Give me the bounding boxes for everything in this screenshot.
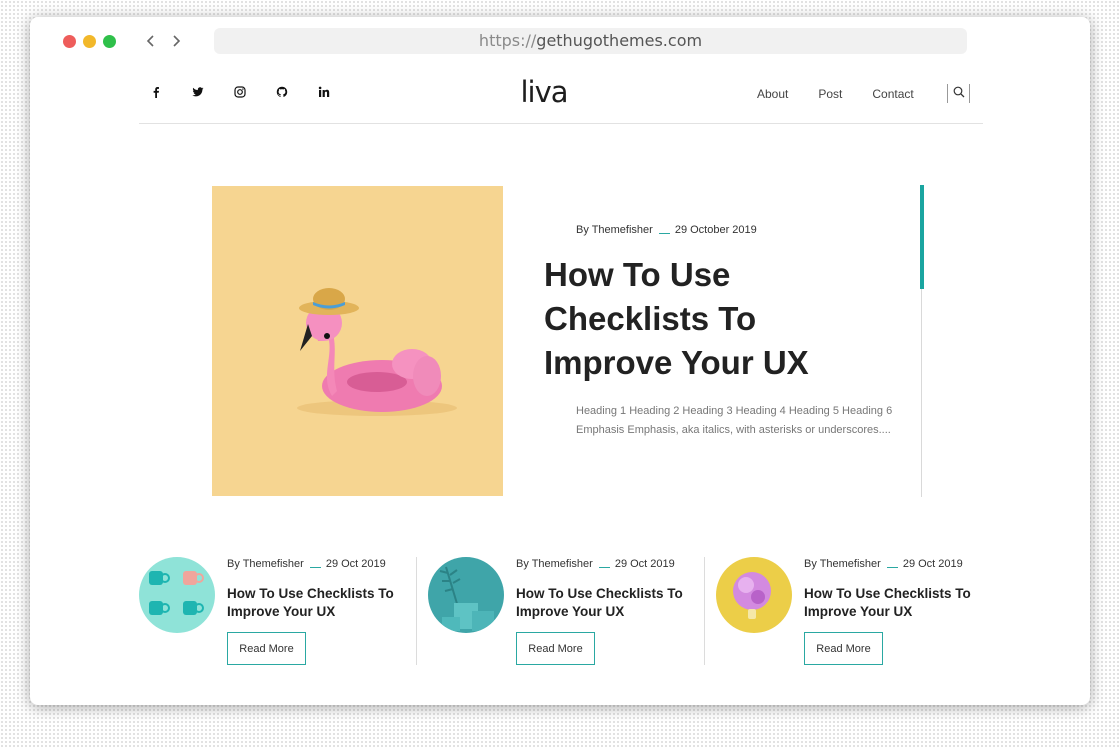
- meta-separator: [309, 567, 321, 568]
- back-arrow-icon[interactable]: [143, 31, 159, 51]
- post-meta: By Themefisher 29 Oct 2019: [516, 558, 675, 570]
- post-card: By Themefisher 29 Oct 2019 How To Use Che…: [716, 557, 986, 667]
- post-author[interactable]: By Themefisher: [804, 558, 881, 570]
- featured-author[interactable]: By Themefisher: [576, 224, 653, 236]
- social-links: [150, 85, 360, 101]
- site-logo[interactable]: liva: [500, 75, 588, 109]
- post-date: 29 Oct 2019: [614, 558, 675, 570]
- instagram-icon[interactable]: [234, 85, 276, 101]
- featured-meta: By Themefisher 29 October 2019: [576, 224, 757, 236]
- browser-window: https://gethugothemes.com liva About Pos…: [30, 17, 1090, 705]
- menu-item-post[interactable]: Post: [818, 87, 842, 101]
- post-author[interactable]: By Themefisher: [227, 558, 304, 570]
- post-thumbnail[interactable]: [428, 557, 504, 633]
- twitter-icon[interactable]: [192, 85, 234, 101]
- linkedin-icon[interactable]: [318, 85, 360, 101]
- featured-excerpt: Heading 1 Heading 2 Heading 3 Heading 4 …: [576, 405, 893, 436]
- post-meta: By Themefisher 29 Oct 2019: [804, 558, 963, 570]
- read-more-button[interactable]: Read More: [804, 632, 883, 665]
- read-more-button[interactable]: Read More: [227, 632, 306, 665]
- url-host: gethugothemes.com: [536, 31, 703, 50]
- header-divider: [139, 123, 983, 124]
- address-bar[interactable]: https://gethugothemes.com: [214, 28, 967, 54]
- post-title[interactable]: How To Use Checklists To Improve Your UX: [516, 585, 696, 621]
- post-date: 29 Oct 2019: [325, 558, 386, 570]
- maximize-window-button[interactable]: [103, 35, 116, 48]
- post-card: By Themefisher 29 Oct 2019 How To Use Che…: [139, 557, 409, 667]
- close-window-button[interactable]: [63, 35, 76, 48]
- search-button[interactable]: [947, 84, 970, 103]
- post-date: 29 Oct 2019: [902, 558, 963, 570]
- card-divider: [704, 557, 705, 665]
- minimize-window-button[interactable]: [83, 35, 96, 48]
- post-title[interactable]: How To Use Checklists To Improve Your UX: [804, 585, 984, 621]
- read-more-button[interactable]: Read More: [516, 632, 595, 665]
- menu-item-about[interactable]: About: [757, 87, 788, 101]
- main-menu: About Post Contact: [757, 87, 944, 101]
- post-thumbnail[interactable]: [716, 557, 792, 633]
- post-title[interactable]: How To Use Checklists To Improve Your UX: [227, 585, 407, 621]
- search-icon: [953, 86, 965, 98]
- card-divider: [416, 557, 417, 665]
- forward-arrow-icon[interactable]: [168, 31, 184, 51]
- featured-date: 29 October 2019: [674, 224, 757, 236]
- post-meta: By Themefisher 29 Oct 2019: [227, 558, 386, 570]
- post-card: By Themefisher 29 Oct 2019 How To Use Che…: [428, 557, 698, 667]
- meta-separator: [886, 567, 898, 568]
- github-icon[interactable]: [276, 85, 318, 101]
- meta-separator: [598, 567, 610, 568]
- menu-item-contact[interactable]: Contact: [872, 87, 913, 101]
- post-thumbnail[interactable]: [139, 557, 215, 633]
- featured-title[interactable]: How To Use Checklists To Improve Your UX: [544, 253, 844, 385]
- meta-separator: [658, 233, 670, 234]
- slider-progress[interactable]: [920, 185, 924, 289]
- facebook-icon[interactable]: [150, 85, 192, 101]
- url-protocol: https://: [478, 31, 537, 50]
- featured-image[interactable]: [212, 186, 503, 496]
- post-author[interactable]: By Themefisher: [516, 558, 593, 570]
